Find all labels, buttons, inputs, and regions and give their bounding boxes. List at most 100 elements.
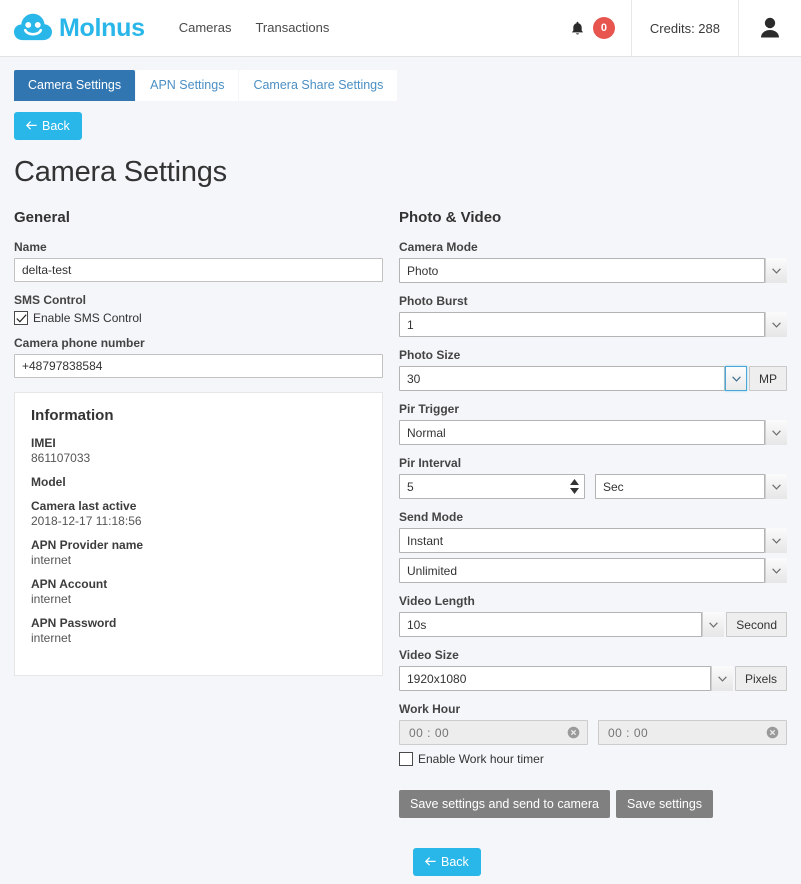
photo-burst-label: Photo Burst [399, 294, 787, 308]
arrow-left-icon [26, 119, 37, 133]
photo-burst-dropdown-toggle[interactable] [765, 312, 787, 337]
info-key: Camera last active [31, 499, 366, 513]
brand-name: Molnus [59, 16, 145, 41]
camera-mode-select[interactable]: Photo [399, 258, 765, 283]
info-value: internet [31, 631, 366, 645]
info-key: APN Provider name [31, 538, 366, 552]
save-settings-button[interactable]: Save settings [616, 790, 713, 818]
photo-burst-select[interactable]: 1 [399, 312, 765, 337]
pir-interval-input[interactable] [399, 474, 585, 499]
video-length-label: Video Length [399, 594, 787, 608]
back-button-bottom[interactable]: Back [413, 848, 481, 876]
user-account-button[interactable] [738, 0, 801, 56]
name-input[interactable] [14, 258, 383, 282]
sms-control-label: SMS Control [14, 293, 383, 307]
video-size-select[interactable]: 1920x1080 [399, 666, 711, 691]
arrow-left-icon [425, 855, 436, 869]
pir-trigger-dropdown-toggle[interactable] [765, 420, 787, 445]
send-mode-label: Send Mode [399, 510, 787, 524]
info-key: IMEI [31, 436, 366, 450]
settings-tab-bar: Camera Settings APN Settings Camera Shar… [0, 57, 801, 101]
photo-size-value: 30 [407, 372, 420, 386]
work-hour-group: Work Hour [399, 702, 787, 766]
info-key: APN Password [31, 616, 366, 630]
video-length-select[interactable]: 10s [399, 612, 702, 637]
tab-camera-settings[interactable]: Camera Settings [14, 70, 135, 101]
top-navbar: Molnus Cameras Transactions 0 Credits: 2… [0, 0, 801, 57]
notification-count-badge: 0 [593, 17, 615, 39]
information-heading: Information [31, 407, 366, 424]
pir-interval-stepper[interactable] [569, 478, 580, 495]
enable-sms-control-label: Enable SMS Control [33, 311, 142, 325]
video-size-group: Video Size 1920x1080 Pixels [399, 648, 787, 691]
tab-apn-settings[interactable]: APN Settings [136, 70, 238, 101]
pir-trigger-label: Pir Trigger [399, 402, 787, 416]
pir-interval-unit-value: Sec [603, 480, 624, 494]
send-mode-select[interactable]: Instant [399, 528, 765, 553]
molnus-cloud-logo-icon [14, 13, 52, 43]
info-item-model: Model [31, 475, 366, 489]
sms-control-group: SMS Control Enable SMS Control [14, 293, 383, 325]
info-key: APN Account [31, 577, 366, 591]
camera-mode-dropdown-toggle[interactable] [765, 258, 787, 283]
camera-mode-group: Camera Mode Photo [399, 240, 787, 283]
pir-interval-label: Pir Interval [399, 456, 787, 470]
back-button-label: Back [42, 119, 70, 133]
navbar-right: 0 Credits: 288 [561, 0, 801, 56]
video-length-dropdown-toggle[interactable] [702, 612, 724, 637]
camera-mode-label: Camera Mode [399, 240, 787, 254]
video-size-dropdown-toggle[interactable] [711, 666, 733, 691]
camera-mode-value: Photo [407, 264, 438, 278]
send-mode-dropdown-toggle[interactable] [765, 528, 787, 553]
credits-label: Credits: 288 [650, 21, 720, 36]
clear-start-time-icon[interactable] [567, 726, 580, 739]
nav-link-cameras[interactable]: Cameras [167, 0, 244, 56]
video-size-unit: Pixels [735, 666, 787, 691]
info-item-apn-account: APN Account internet [31, 577, 366, 606]
video-length-group: Video Length 10s Second [399, 594, 787, 637]
general-heading: General [14, 209, 383, 226]
brand-logo-link[interactable]: Molnus [0, 0, 155, 56]
work-hour-start-input[interactable] [399, 720, 588, 745]
user-avatar-icon [757, 15, 783, 41]
enable-work-hour-timer-label: Enable Work hour timer [418, 752, 544, 766]
photo-size-select[interactable]: 30 [399, 366, 725, 391]
video-length-unit: Second [726, 612, 787, 637]
video-size-label: Video Size [399, 648, 787, 662]
photo-size-dropdown-toggle[interactable] [725, 366, 747, 391]
save-actions: Save settings and send to camera Save se… [399, 790, 787, 818]
camera-phone-input[interactable] [14, 354, 383, 378]
primary-nav: Cameras Transactions [167, 0, 342, 56]
clear-end-time-icon[interactable] [766, 726, 779, 739]
send-mode-group: Send Mode Instant Unlimited [399, 510, 787, 583]
tab-camera-share-settings[interactable]: Camera Share Settings [239, 70, 397, 101]
name-label: Name [14, 240, 383, 254]
enable-sms-control-checkbox[interactable] [14, 311, 28, 325]
work-hour-end-input[interactable] [598, 720, 787, 745]
photo-video-heading: Photo & Video [399, 209, 787, 226]
settings-body: General Name SMS Control Enable SMS Cont… [0, 209, 801, 884]
info-item-apn-password: APN Password internet [31, 616, 366, 645]
info-key: Model [31, 475, 366, 489]
pir-trigger-select[interactable]: Normal [399, 420, 765, 445]
enable-work-hour-timer-checkbox[interactable] [399, 752, 413, 766]
info-value: internet [31, 592, 366, 606]
notifications-button[interactable]: 0 [561, 0, 631, 56]
credits-display: Credits: 288 [631, 0, 738, 56]
page-title: Camera Settings [14, 156, 801, 189]
name-field-group: Name [14, 240, 383, 282]
nav-link-transactions[interactable]: Transactions [243, 0, 341, 56]
info-item-apn-provider-name: APN Provider name internet [31, 538, 366, 567]
send-mode-limit-dropdown-toggle[interactable] [765, 558, 787, 583]
camera-phone-group: Camera phone number [14, 336, 383, 378]
pir-trigger-group: Pir Trigger Normal [399, 402, 787, 445]
send-mode-limit-select[interactable]: Unlimited [399, 558, 765, 583]
back-button-top[interactable]: Back [14, 112, 82, 140]
video-size-value: 1920x1080 [407, 672, 466, 686]
back-button-label: Back [441, 855, 469, 869]
send-mode-value: Instant [407, 534, 443, 548]
photo-size-label: Photo Size [399, 348, 787, 362]
pir-interval-unit-dropdown-toggle[interactable] [765, 474, 787, 499]
pir-interval-unit-select[interactable]: Sec [595, 474, 765, 499]
save-and-send-button[interactable]: Save settings and send to camera [399, 790, 610, 818]
